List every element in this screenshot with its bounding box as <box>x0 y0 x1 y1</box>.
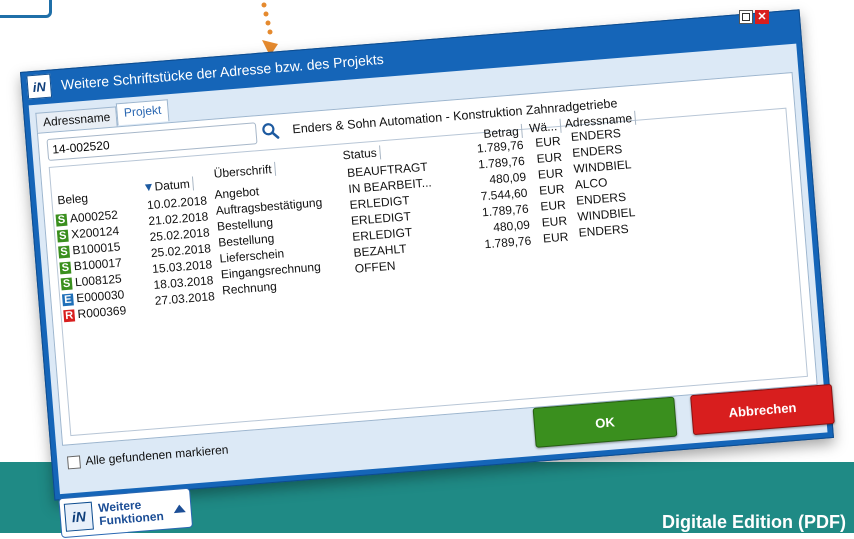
col-waehrung[interactable]: Wä... <box>525 118 562 136</box>
cell-betrag: 7.544,60 <box>480 185 528 204</box>
cell-betrag: 1.789,76 <box>484 233 532 252</box>
doc-type-badge: S <box>58 245 71 259</box>
cell-betrag: 480,09 <box>492 217 531 235</box>
cell-waehrung: EUR <box>538 181 566 198</box>
cell-betrag: 480,09 <box>488 169 527 187</box>
caret-up-icon <box>172 504 186 514</box>
cell-beleg: B100015 <box>71 239 121 258</box>
maximize-icon[interactable] <box>739 10 753 24</box>
doc-type-badge: S <box>59 261 72 275</box>
cell-betrag: 1.789,76 <box>477 153 526 172</box>
tab-panel: 14-002520 Enders & Sohn Automation - Kon… <box>36 72 818 446</box>
cell-waehrung: EUR <box>541 213 568 230</box>
cell-betrag: 1.789,76 <box>476 137 525 156</box>
doc-type-badge: S <box>60 277 73 291</box>
corner-callout <box>0 0 52 18</box>
cell-beleg: E000030 <box>75 287 125 305</box>
cell-status: OFFEN <box>354 258 396 277</box>
sort-down-icon: ▼ <box>142 179 156 195</box>
cell-waehrung: EUR <box>536 149 563 166</box>
cell-waehrung: EUR <box>539 197 567 214</box>
doc-type-badge: R <box>63 309 76 323</box>
tab-projekt[interactable]: Projekt <box>116 99 170 126</box>
doc-type-badge: E <box>61 293 74 307</box>
document-list[interactable]: Beleg ▼Datum Überschrift Status Betrag W… <box>48 107 808 437</box>
more-functions-label: Weitere Funktionen <box>97 497 165 529</box>
cell-adressname: WINDBIEL <box>573 157 632 177</box>
cell-adressname: ALCO <box>574 175 609 193</box>
cell-waehrung: EUR <box>542 229 569 246</box>
cell-ueberschrift: Angebot <box>213 184 260 202</box>
doc-type-badge: S <box>55 213 68 227</box>
search-icon[interactable] <box>260 120 282 142</box>
close-icon[interactable]: ✕ <box>755 10 769 24</box>
cell-beleg: B100017 <box>73 255 123 274</box>
col-status[interactable]: Status <box>339 145 382 163</box>
col-datum[interactable]: ▼Datum <box>139 176 195 195</box>
app-logo-icon: iN <box>63 501 94 532</box>
cell-adressname: ENDERS <box>575 190 627 209</box>
col-ueberschrift[interactable]: Überschrift <box>210 161 277 182</box>
cell-beleg: X200124 <box>70 223 120 242</box>
app-logo-icon: iN <box>26 73 53 100</box>
cell-adressname: ENDERS <box>571 142 623 161</box>
select-all-row[interactable]: Alle gefundenen markieren <box>66 442 229 470</box>
select-all-checkbox[interactable] <box>66 454 81 469</box>
select-all-label: Alle gefundenen markieren <box>84 442 229 468</box>
cell-ueberschrift: Rechnung <box>221 279 278 298</box>
dialog-window: iN Weitere Schriftstücke der Adresse bzw… <box>20 9 835 539</box>
cell-adressname: ENDERS <box>578 221 630 240</box>
cell-beleg: L008125 <box>74 271 123 289</box>
cell-beleg: R000369 <box>77 302 127 321</box>
col-beleg[interactable]: Beleg <box>54 191 92 208</box>
cell-adressname: ENDERS <box>570 126 622 145</box>
cell-status: BEZAHLT <box>353 241 408 261</box>
doc-type-badge: S <box>56 229 69 243</box>
footer-label: Digitale Edition (PDF) <box>662 512 846 532</box>
cell-datum: 27.03.2018 <box>154 289 216 309</box>
cell-beleg: A000252 <box>69 207 119 226</box>
window-controls: ✕ <box>739 10 850 24</box>
cell-betrag: 1.789,76 <box>481 201 530 220</box>
cell-waehrung: EUR <box>537 165 564 182</box>
dialog-client: Adressname Projekt 14-002520 Enders & So… <box>28 43 835 495</box>
cell-waehrung: EUR <box>534 133 562 150</box>
